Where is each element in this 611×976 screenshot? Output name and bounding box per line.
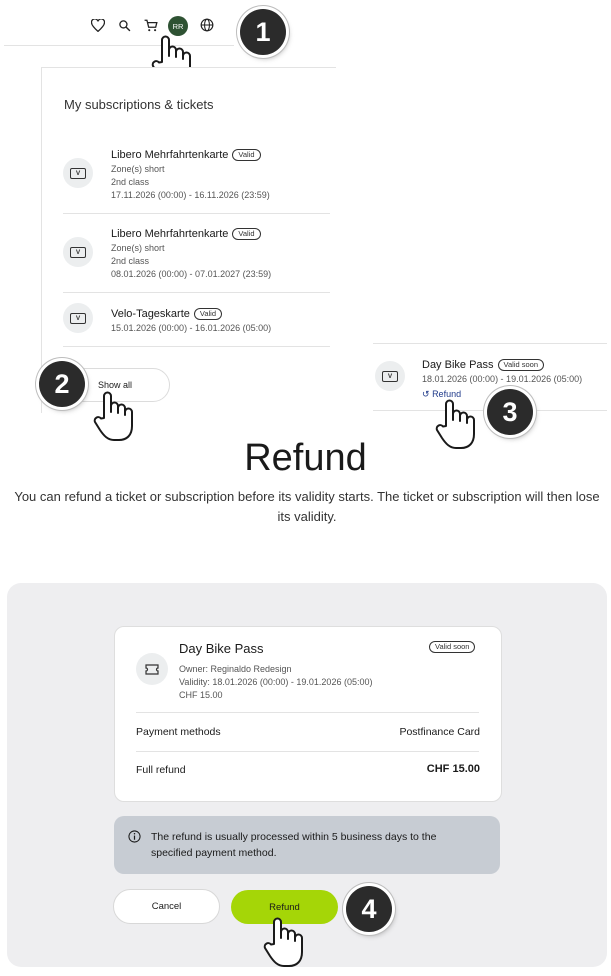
pointer-hand-icon — [262, 916, 306, 968]
step-number: 1 — [255, 16, 271, 47]
step-number: 4 — [361, 893, 377, 924]
step-badge-3: 3 — [487, 389, 533, 435]
pass-name: Day Bike Pass — [422, 359, 494, 371]
cancel-button-label: Cancel — [151, 901, 182, 912]
subscription-item[interactable]: V Libero Mehrfahrtenkarte Valid Zone(s) s… — [63, 220, 330, 292]
ticket-icon-letter: V — [70, 312, 86, 324]
subscription-item[interactable]: V Velo-Tageskarte Valid 15.01.2026 (00:00… — [63, 300, 330, 346]
full-refund-label: Full refund — [136, 764, 186, 776]
show-all-label: Show all — [98, 380, 133, 390]
step-number: 2 — [54, 368, 70, 399]
info-text: The refund is usually processed within 5… — [151, 831, 437, 859]
info-banner: The refund is usually processed within 5… — [114, 816, 500, 874]
ticket-icon: V — [63, 158, 93, 188]
search-icon[interactable] — [115, 16, 133, 34]
subscription-validity: 08.01.2026 (00:00) - 07.01.2027 (23:59) — [111, 269, 272, 279]
card-divider — [136, 712, 479, 713]
status-badge: Valid soon — [429, 641, 476, 653]
subscription-class: 2nd class — [111, 177, 150, 187]
info-icon — [128, 830, 141, 848]
status-badge: Valid soon — [497, 359, 544, 371]
subscription-class: 2nd class — [111, 256, 150, 266]
status-badge: Valid — [193, 308, 223, 320]
ticket-icon-letter: V — [70, 167, 86, 179]
payment-methods-value: Postfinance Card — [399, 726, 480, 738]
subscription-item[interactable]: V Libero Mehrfahrtenkarte Valid Zone(s) s… — [63, 141, 330, 213]
list-divider — [63, 292, 330, 293]
pass-owner: Owner: Reginaldo Redesign — [179, 664, 292, 674]
subscriptions-title: My subscriptions & tickets — [64, 97, 214, 112]
payment-methods-label: Payment methods — [136, 726, 221, 738]
pointer-hand-icon — [92, 390, 136, 442]
avatar-initials: RR — [172, 21, 184, 31]
ticket-icon: V — [63, 303, 93, 333]
status-badge: Valid — [232, 149, 261, 161]
cancel-button[interactable]: Cancel — [113, 889, 220, 924]
refund-summary-card: Day Bike Pass Valid soon Owner: Reginald… — [114, 626, 502, 802]
ticket-icon-letter: V — [70, 246, 86, 258]
list-divider — [63, 346, 330, 347]
ticket-icon: V — [63, 237, 93, 267]
subscription-name: Libero Mehrfahrtenkarte — [111, 149, 229, 161]
subscription-validity: 17.11.2026 (00:00) - 16.11.2026 (23:59) — [111, 190, 270, 200]
pass-title: Day Bike Pass — [179, 641, 264, 656]
subscription-validity: 15.01.2026 (00:00) - 16.01.2026 (05:00) — [111, 323, 272, 333]
refund-button-label: Refund — [269, 901, 300, 913]
step-badge-1: 1 — [240, 9, 286, 55]
subscription-zone: Zone(s) short — [111, 243, 165, 253]
list-divider — [63, 213, 330, 214]
status-badge: Valid — [232, 228, 261, 240]
step-badge-2: 2 — [39, 361, 85, 407]
avatar[interactable]: RR — [168, 16, 188, 36]
pass-price: CHF 15.00 — [179, 690, 223, 700]
subscription-name: Velo-Tageskarte — [111, 308, 190, 320]
subscription-name: Libero Mehrfahrtenkarte — [111, 228, 229, 240]
cart-icon[interactable] — [142, 16, 160, 34]
undo-icon: ↺ — [422, 389, 430, 399]
pass-validity: 18.01.2026 (00:00) - 19.01.2026 (05:00) — [422, 374, 583, 384]
globe-icon[interactable] — [198, 16, 216, 34]
card-divider — [136, 751, 479, 752]
step-number: 3 — [502, 396, 518, 427]
full-refund-amount: CHF 15.00 — [426, 763, 480, 775]
header-divider — [4, 45, 234, 46]
page-title: Refund — [244, 437, 367, 479]
ticket-icon-letter: V — [382, 370, 398, 382]
subscription-zone: Zone(s) short — [111, 164, 165, 174]
ticket-icon: V — [375, 361, 405, 391]
heart-icon[interactable] — [89, 16, 107, 34]
intro-text: You can refund a ticket or subscription … — [14, 489, 600, 524]
ticket-icon — [136, 653, 168, 685]
step-badge-4: 4 — [346, 886, 392, 932]
pass-validity: Validity: 18.01.2026 (00:00) - 19.01.202… — [179, 677, 373, 687]
